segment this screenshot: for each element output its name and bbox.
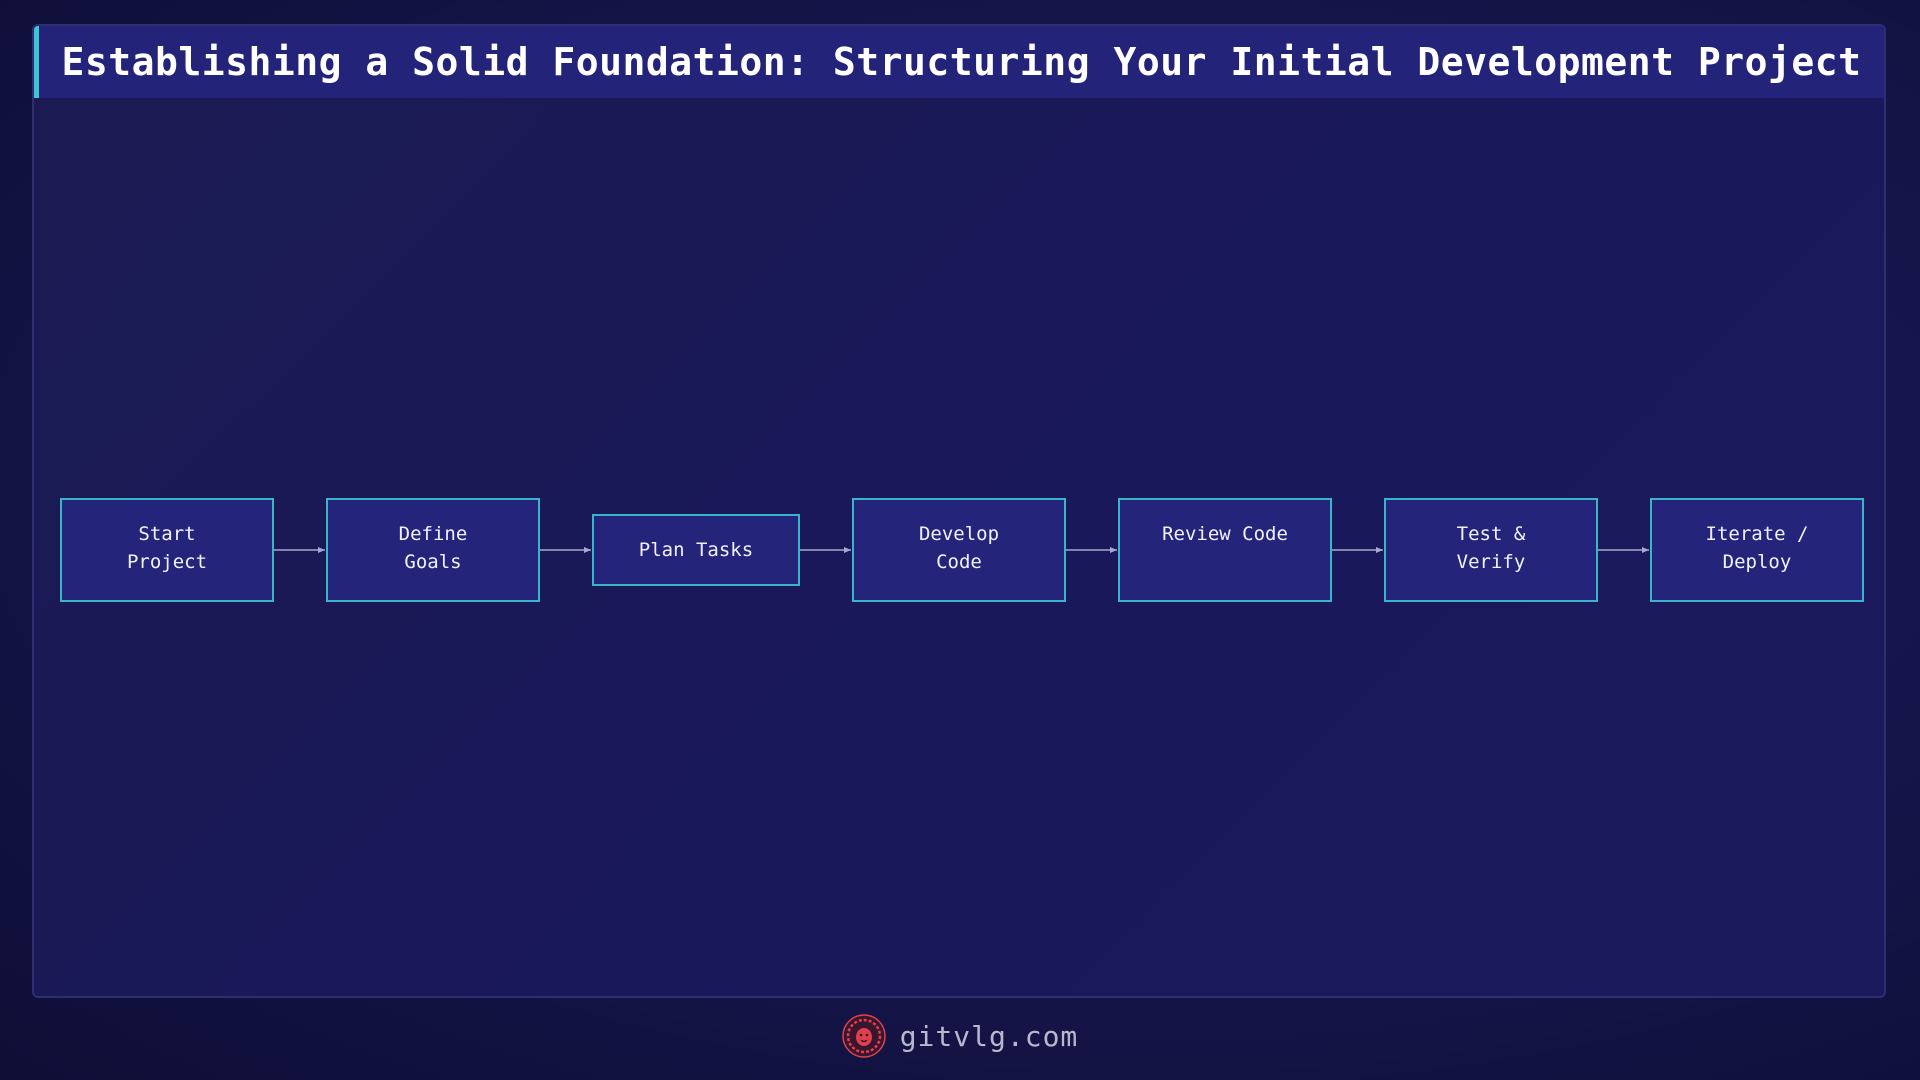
diagram-frame: Establishing a Solid Foundation: Structu…	[32, 24, 1886, 998]
flow-node-iterate-deploy: Iterate / Deploy	[1650, 498, 1864, 602]
flow-node-label: Develop Code	[918, 523, 1000, 573]
flow-node-label: Test & Verify	[1456, 523, 1526, 573]
site-url[interactable]: gitvlg.com	[900, 1020, 1079, 1053]
flow-node-define-goals: Define Goals	[326, 498, 540, 602]
flow-node-label: Define Goals	[398, 523, 468, 573]
flow-node-start-project: Start Project	[60, 498, 274, 602]
flow-node-review-code: Review Code	[1118, 498, 1332, 602]
flow-node-develop-code: Develop Code	[852, 498, 1066, 602]
flow-node-plan-tasks: Plan Tasks	[592, 514, 800, 586]
lion-logo-icon	[841, 1014, 886, 1058]
flow-node-label: Plan Tasks	[638, 539, 754, 561]
footer: gitvlg.com	[0, 1008, 1920, 1064]
flow-node-label: Iterate / Deploy	[1705, 523, 1809, 573]
flow-node-label: Start Project	[126, 523, 208, 573]
flow-node-label: Review Code	[1162, 523, 1288, 545]
flowchart: Start Project Define Goals Plan Tasks De…	[34, 26, 1884, 996]
flow-node-test-verify: Test & Verify	[1384, 498, 1598, 602]
